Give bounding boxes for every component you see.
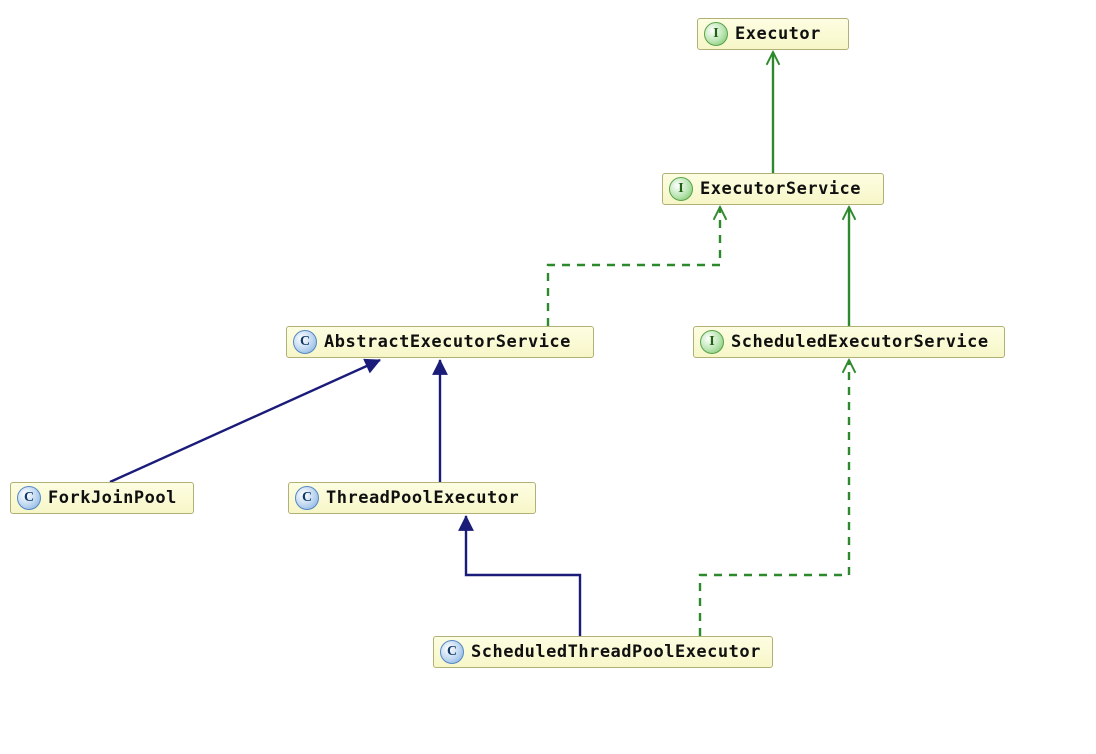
class-icon: C [440, 640, 464, 664]
edge-stpe-to-threadpoolexecutor [466, 516, 580, 636]
node-label: ForkJoinPool [48, 488, 177, 508]
node-label: AbstractExecutorService [324, 332, 571, 352]
node-executor[interactable]: I Executor [697, 18, 849, 50]
node-abstractexecutorservice[interactable]: C AbstractExecutorService [286, 326, 594, 358]
node-scheduledthreadpoolexecutor[interactable]: C ScheduledThreadPoolExecutor [433, 636, 773, 668]
node-executorservice[interactable]: I ExecutorService [662, 173, 884, 205]
node-label: ScheduledThreadPoolExecutor [471, 642, 761, 662]
node-label: ExecutorService [700, 179, 861, 199]
class-icon: C [17, 486, 41, 510]
class-icon: C [293, 330, 317, 354]
node-scheduledexecutorservice[interactable]: I ScheduledExecutorService [693, 326, 1005, 358]
edge-stpe-to-scheduledexecutorservice [700, 360, 849, 636]
interface-icon: I [669, 177, 693, 201]
node-label: Executor [735, 24, 821, 44]
interface-icon: I [704, 22, 728, 46]
node-threadpoolexecutor[interactable]: C ThreadPoolExecutor [288, 482, 536, 514]
class-icon: C [295, 486, 319, 510]
node-forkjoinpool[interactable]: C ForkJoinPool [10, 482, 194, 514]
interface-icon: I [700, 330, 724, 354]
edge-forkjoinpool-to-abstractexecutorservice [110, 360, 380, 482]
node-label: ScheduledExecutorService [731, 332, 989, 352]
edge-abstractexecutorservice-to-executorservice [548, 207, 720, 326]
node-label: ThreadPoolExecutor [326, 488, 519, 508]
